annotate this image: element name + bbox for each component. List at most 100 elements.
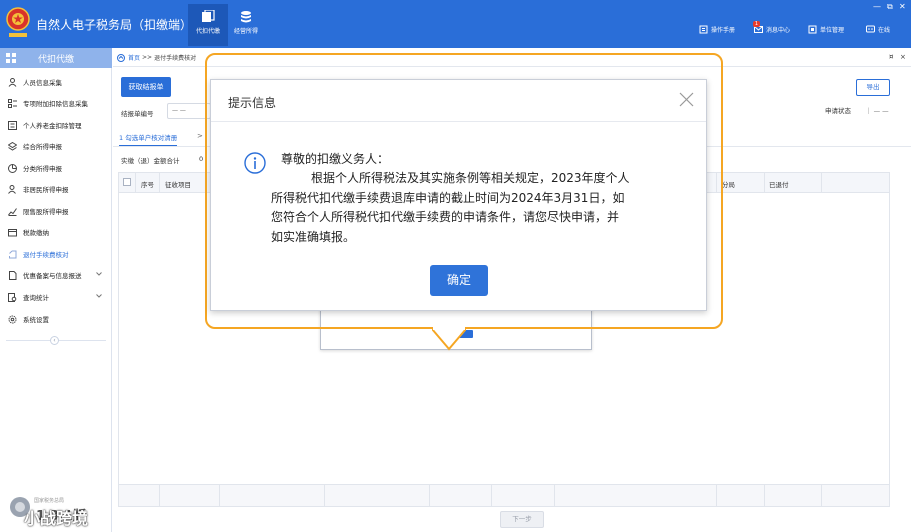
column-divider <box>135 173 136 193</box>
online-service-label: 在线 <box>878 27 891 34</box>
breadcrumb: 首页 >> 退付手续费核对 <box>117 53 196 62</box>
select-all-checkbox[interactable] <box>123 178 131 186</box>
sidebar: 代扣代缴 人员信息采集 专项附加扣除信息采集 个人养老金扣除管理 综合所得申报 … <box>0 48 112 532</box>
dialog-message: 根据个人所得税法及其实施条例等相关规定，2023年度个人 所得税代扣代缴手续费退… <box>271 169 701 247</box>
nav-business-income[interactable]: 经营所得 <box>226 4 266 46</box>
column-divider <box>219 485 220 507</box>
person-icon <box>8 77 17 87</box>
sidebar-header-label: 代扣代缴 <box>38 55 75 65</box>
summary-value: 0 <box>199 155 204 163</box>
column-divider <box>554 485 555 507</box>
export-button[interactable]: 导出 <box>856 79 890 96</box>
sidebar-item-fee-refund-check[interactable]: 退付手续费核对 <box>0 244 112 264</box>
summary-label: 实缴（退）金额合计 <box>121 157 180 165</box>
info-icon <box>244 152 266 174</box>
manual-link[interactable]: 操作手册 <box>699 25 735 34</box>
next-step-button[interactable]: 下一步 <box>500 511 544 528</box>
column-header-branch: 分局 <box>722 181 735 189</box>
sidebar-item-nonresident-income[interactable]: 非居民所得申报 <box>0 179 112 199</box>
chevron-down-icon <box>96 272 102 276</box>
column-divider <box>159 173 160 193</box>
app-title: 自然人电子税务局（扣缴端） <box>36 18 193 32</box>
sidebar-collapse-handle[interactable]: ‹ <box>0 335 112 345</box>
tab-step-one[interactable]: 1 勾选单户核对清册 <box>119 132 178 147</box>
sidebar-item-restricted-stock[interactable]: 限售股所得申报 <box>0 201 112 221</box>
window-minimize-button[interactable]: — <box>873 3 881 11</box>
application-status-value: ｜ — — <box>865 107 889 115</box>
sidebar-item-preferential-filing[interactable]: 优惠备案与信息报送 <box>0 265 112 285</box>
dialog-greeting: 尊敬的扣缴义务人： <box>281 152 390 166</box>
confirm-button[interactable]: 确定 <box>430 265 488 296</box>
message-badge: 1 <box>753 21 760 27</box>
column-divider <box>764 173 765 193</box>
fetch-settlement-button[interactable]: 获取结报单 <box>121 77 171 97</box>
sidebar-item-label: 优惠备案与信息报送 <box>23 272 82 280</box>
home-icon <box>117 53 125 62</box>
nav-withholding[interactable]: 代扣代缴 <box>188 4 228 46</box>
column-divider <box>159 485 160 507</box>
sidebar-item-classified-income[interactable]: 分类所得申报 <box>0 158 112 178</box>
column-divider <box>429 485 430 507</box>
list-icon <box>8 98 17 108</box>
column-divider <box>821 485 822 507</box>
title-bar: 自然人电子税务局（扣缴端） 代扣代缴 经营所得 操作手册 1 消息中心 单位管理… <box>0 0 911 48</box>
footer-org: 国家税务总局 <box>34 498 65 504</box>
sidebar-item-label: 退付手续费核对 <box>23 251 69 259</box>
breadcrumb-current: 退付手续费核对 <box>154 55 197 62</box>
report-number-label: 结报单编号 <box>121 110 154 118</box>
dialog-message-line: 您符合个人所得税代扣代缴手续费的申请条件，请您尽快申请，并 <box>271 210 620 224</box>
nav-business-income-label: 经营所得 <box>233 28 258 35</box>
manual-icon <box>699 25 708 34</box>
sidebar-item-tax-payment[interactable]: 税款缴纳 <box>0 222 112 242</box>
sidebar-item-label: 查询统计 <box>23 294 49 302</box>
coin-stack-icon <box>241 11 251 23</box>
dialog-message-line: 所得税代扣代缴手续费退库申请的截止时间为2024年3月31日，如 <box>271 190 625 205</box>
close-icon[interactable] <box>679 92 694 107</box>
sidebar-item-label: 限售股所得申报 <box>23 208 69 216</box>
sidebar-item-label: 个人养老金扣除管理 <box>23 122 82 130</box>
tab-menu-button[interactable]: ¤ <box>889 53 893 61</box>
column-divider <box>491 485 492 507</box>
window-close-button[interactable]: ✕ <box>899 3 906 11</box>
document-stack-icon <box>202 10 215 22</box>
column-divider <box>821 173 822 193</box>
online-icon <box>866 25 875 33</box>
sidebar-item-special-deduction[interactable]: 专项附加扣除信息采集 <box>0 93 112 113</box>
watermark-text: 小战跨境 <box>24 509 89 528</box>
dialog-message-line: 根据个人所得税法及其实施条例等相关规定，2023年度个人 <box>311 171 630 185</box>
step-arrow: > <box>197 132 203 140</box>
dialog-header: 提示信息 <box>211 80 706 122</box>
foreign-person-icon <box>8 184 16 194</box>
sidebar-header: 代扣代缴 <box>0 48 112 68</box>
message-center-link[interactable]: 1 消息中心 <box>753 21 790 34</box>
online-service-link[interactable]: 在线 <box>866 25 890 34</box>
tab-close-button[interactable]: × <box>900 53 906 61</box>
table-footer-row <box>119 484 889 507</box>
column-header-levy-item: 征收项目 <box>165 181 191 189</box>
column-divider <box>716 485 717 507</box>
callout-pointer-icon <box>432 327 466 351</box>
sidebar-item-system-settings[interactable]: 系统设置 <box>0 309 112 329</box>
tax-emblem-icon <box>6 7 30 37</box>
sidebar-item-label: 分类所得申报 <box>23 165 62 173</box>
window-restore-button[interactable]: ⧉ <box>887 3 893 11</box>
sidebar-item-query-stats[interactable]: 查询统计 <box>0 287 112 307</box>
sidebar-item-pension[interactable]: 个人养老金扣除管理 <box>0 115 112 135</box>
sidebar-item-label: 综合所得申报 <box>23 143 62 151</box>
sidebar-item-comprehensive-income[interactable]: 综合所得申报 <box>0 136 112 156</box>
search-doc-icon <box>8 292 17 302</box>
layers-icon <box>8 141 17 151</box>
sidebar-item-label: 系统设置 <box>23 316 49 324</box>
column-divider <box>764 485 765 507</box>
unit-icon <box>808 25 817 34</box>
unit-management-link[interactable]: 单位管理 <box>808 25 844 34</box>
sidebar-item-personnel-info[interactable]: 人员信息采集 <box>0 72 112 92</box>
collapse-icon: ‹ <box>50 336 59 345</box>
breadcrumb-separator: >> <box>142 54 153 61</box>
column-divider <box>324 485 325 507</box>
sidebar-item-label: 税款缴纳 <box>23 229 49 237</box>
unit-management-label: 单位管理 <box>820 27 845 34</box>
dialog-title: 提示信息 <box>228 96 277 110</box>
file-icon <box>9 270 17 280</box>
breadcrumb-home[interactable]: 首页 <box>128 53 140 62</box>
